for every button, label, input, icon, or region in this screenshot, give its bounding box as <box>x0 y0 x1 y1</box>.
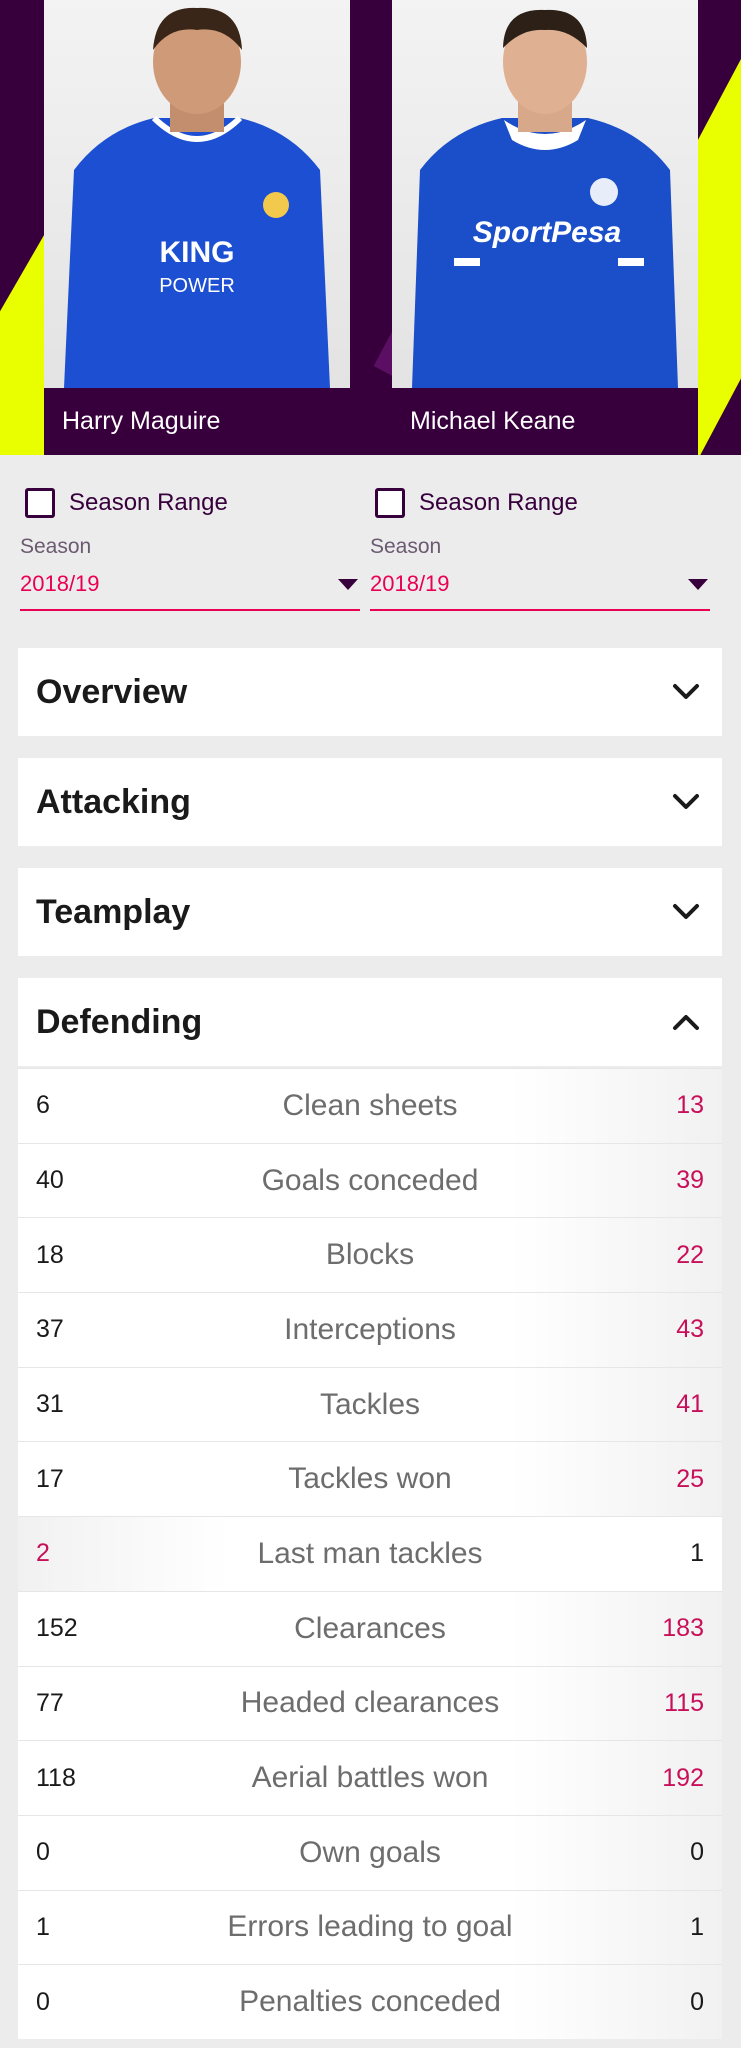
section-title: Attacking <box>36 782 191 821</box>
season-range-toggle[interactable]: Season Range <box>20 485 360 521</box>
player-name: Harry Maguire <box>62 407 221 435</box>
section-title: Overview <box>36 672 188 711</box>
season-range-checkbox[interactable] <box>375 488 405 518</box>
chevron-down-icon <box>668 784 704 820</box>
stat-row: 17 Tackles won 25 <box>18 1441 722 1517</box>
svg-text:KING: KING <box>160 236 235 269</box>
stat-label: Tackles won <box>288 1462 452 1496</box>
stat-value-right: 25 <box>676 1464 704 1493</box>
stat-row: 152 Clearances 183 <box>18 1590 722 1666</box>
stat-label: Clean sheets <box>282 1088 458 1122</box>
chevron-down-icon <box>668 894 704 930</box>
stat-value-right: 41 <box>676 1390 704 1419</box>
player-name-bar: Harry Maguire <box>44 388 350 455</box>
stat-value-left: 0 <box>36 1987 50 2016</box>
season-value: 2018/19 <box>20 571 100 596</box>
stat-value-left: 152 <box>36 1614 78 1643</box>
stat-row: 118 Aerial battles won 192 <box>18 1740 722 1815</box>
section-defending[interactable]: Defending <box>18 978 722 1066</box>
dropdown-caret-icon <box>688 578 708 590</box>
stat-row: 40 Goals conceded 39 <box>18 1142 722 1218</box>
stat-row: 37 Interceptions 43 <box>18 1292 722 1367</box>
stat-value-left: 31 <box>36 1390 64 1419</box>
stat-value-right: 0 <box>690 1987 704 2016</box>
player-photo: SportPesa <box>392 0 698 388</box>
stat-value-left: 1 <box>36 1912 50 1941</box>
stat-value-left: 118 <box>36 1763 76 1792</box>
stat-label: Goals conceded <box>261 1163 479 1197</box>
season-dropdown[interactable]: 2018/19 <box>20 559 360 611</box>
section-teamplay[interactable]: Teamplay <box>18 868 722 956</box>
player-photo-image: KING POWER <box>64 7 330 388</box>
stat-value-left: 2 <box>36 1539 50 1568</box>
stat-label: Last man tackles <box>257 1536 483 1570</box>
stat-row: 77 Headed clearances 115 <box>18 1665 722 1741</box>
section-overview[interactable]: Overview <box>18 648 722 736</box>
season-range-label: Season Range <box>69 489 228 516</box>
stat-value-right: 22 <box>676 1240 704 1269</box>
stat-value-right: 43 <box>676 1315 704 1344</box>
season-dropdown[interactable]: 2018/19 <box>370 559 710 611</box>
stat-value-left: 17 <box>36 1464 64 1493</box>
stat-value-left: 37 <box>36 1315 64 1344</box>
season-label: Season <box>370 535 442 558</box>
stat-value-left: 0 <box>36 1838 50 1867</box>
stat-value-left: 40 <box>36 1166 64 1195</box>
stat-label: Headed clearances <box>240 1686 500 1720</box>
stat-value-right: 192 <box>662 1763 704 1792</box>
stat-value-right: 1 <box>690 1912 704 1941</box>
player-name-bar: Michael Keane <box>392 388 698 455</box>
season-range-toggle[interactable]: Season Range <box>370 485 710 521</box>
season-value: 2018/19 <box>370 571 450 596</box>
stat-label: Own goals <box>299 1835 441 1869</box>
stat-row: 0 Own goals 0 <box>18 1814 722 1890</box>
stat-value-left: 18 <box>36 1240 64 1269</box>
player-card-right[interactable]: SportPesa Michael Keane <box>392 0 698 455</box>
season-label: Season <box>20 535 92 558</box>
stat-row: 6 Clean sheets 13 <box>18 1068 722 1143</box>
chevron-up-icon <box>668 1004 704 1040</box>
player-comparison-header: KING POWER Harry Maguire SportPesa Micha… <box>0 0 741 455</box>
stat-value-left: 6 <box>36 1091 50 1120</box>
stat-label: Aerial battles won <box>251 1761 489 1795</box>
section-title: Teamplay <box>36 892 191 931</box>
stat-value-left: 77 <box>36 1688 64 1717</box>
stat-value-right: 115 <box>664 1688 704 1717</box>
stat-value-right: 39 <box>676 1166 704 1195</box>
stat-row: 18 Blocks 22 <box>18 1217 722 1293</box>
dropdown-caret-icon <box>338 578 358 590</box>
stat-row: 31 Tackles 41 <box>18 1366 722 1442</box>
section-title: Defending <box>36 1002 203 1041</box>
stat-label: Blocks <box>325 1238 415 1272</box>
defending-stats-table: 6 Clean sheets 13 40 Goals conceded 39 18 Block… <box>18 1068 722 2039</box>
season-selector-right: Season Range Season 2018/19 <box>370 485 710 611</box>
stat-label: Interceptions <box>284 1312 456 1346</box>
stat-label: Clearances <box>294 1611 446 1645</box>
stat-label: Penalties conceded <box>239 1985 501 2019</box>
svg-text:SportPesa: SportPesa <box>473 216 621 249</box>
stat-label: Errors leading to goal <box>227 1910 513 1944</box>
stat-row: 0 Penalties conceded 0 <box>18 1964 722 2039</box>
stat-value-right: 1 <box>690 1539 704 1568</box>
stat-row: 2 Last man tackles 1 <box>18 1516 722 1591</box>
stat-value-right: 13 <box>676 1091 704 1120</box>
player-photo-image: SportPesa <box>412 9 678 388</box>
season-selector-left: Season Range Season 2018/19 <box>20 485 360 611</box>
season-range-label: Season Range <box>419 489 578 516</box>
stat-row: 1 Errors leading to goal 1 <box>18 1889 722 1965</box>
section-attacking[interactable]: Attacking <box>18 758 722 846</box>
svg-text:POWER: POWER <box>159 275 235 297</box>
season-range-checkbox[interactable] <box>25 488 55 518</box>
stat-value-right: 183 <box>662 1614 704 1643</box>
stat-value-right: 0 <box>690 1838 704 1867</box>
stat-label: Tackles <box>319 1387 421 1421</box>
player-card-left[interactable]: KING POWER Harry Maguire <box>44 0 350 455</box>
player-name: Michael Keane <box>410 407 576 435</box>
player-photo: KING POWER <box>44 0 350 388</box>
chevron-down-icon <box>668 674 704 710</box>
